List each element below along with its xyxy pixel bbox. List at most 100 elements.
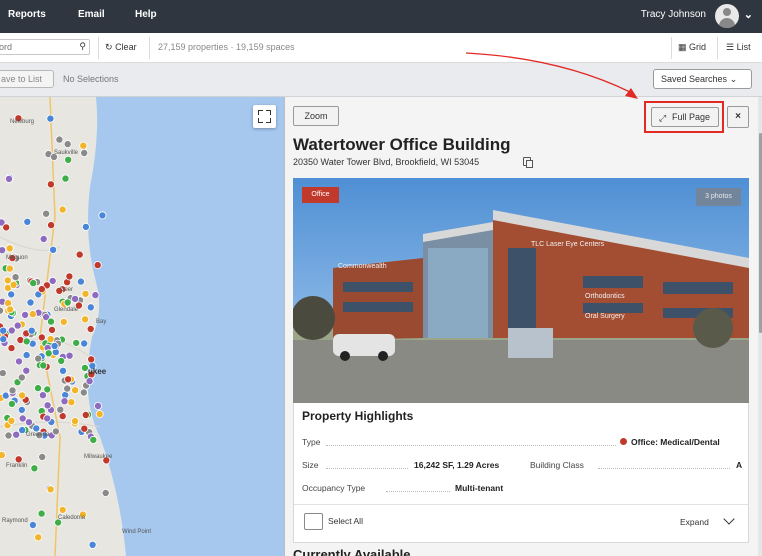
property-pin[interactable]: [43, 385, 52, 394]
property-pin[interactable]: [17, 405, 26, 414]
property-pin[interactable]: [80, 339, 89, 348]
property-pin[interactable]: [28, 310, 37, 319]
property-pin[interactable]: [88, 540, 97, 549]
property-pin[interactable]: [24, 418, 33, 427]
property-pin[interactable]: [58, 505, 67, 514]
zoom-button[interactable]: Zoom: [293, 106, 339, 126]
property-pin[interactable]: [87, 355, 96, 364]
property-pin[interactable]: [22, 337, 31, 346]
property-pin[interactable]: [76, 277, 85, 286]
property-pin[interactable]: [28, 520, 37, 529]
property-pin[interactable]: [63, 384, 72, 393]
property-pin[interactable]: [23, 217, 32, 226]
property-pin[interactable]: [37, 509, 46, 518]
chevron-down-icon[interactable]: [723, 513, 735, 525]
property-pin[interactable]: [71, 294, 80, 303]
search-input[interactable]: [0, 40, 73, 54]
property-pin[interactable]: [37, 285, 46, 294]
property-pin[interactable]: [18, 426, 27, 435]
property-pin[interactable]: [64, 155, 73, 164]
property-pin[interactable]: [59, 366, 68, 375]
property-pin[interactable]: [39, 234, 48, 243]
close-icon[interactable]: ×: [727, 106, 749, 128]
user-name[interactable]: Tracy Johnson: [641, 9, 706, 20]
property-pin[interactable]: [57, 356, 66, 365]
map-canvas[interactable]: [0, 97, 284, 556]
saved-searches-dropdown[interactable]: Saved Searches ⌄: [653, 69, 752, 89]
property-pin[interactable]: [64, 375, 73, 384]
nav-reports[interactable]: Reports: [8, 9, 46, 20]
property-pin[interactable]: [86, 324, 95, 333]
property-pin[interactable]: [93, 261, 102, 270]
property-pin[interactable]: [0, 306, 4, 315]
photos-count-badge[interactable]: 3 photos: [696, 188, 741, 206]
search-icon[interactable]: ⚲: [79, 41, 86, 52]
property-pin[interactable]: [37, 333, 46, 342]
property-pin[interactable]: [39, 361, 48, 370]
property-pin[interactable]: [47, 221, 56, 230]
property-pin[interactable]: [0, 246, 7, 255]
property-pin[interactable]: [8, 386, 17, 395]
property-pin[interactable]: [0, 335, 8, 344]
property-pin[interactable]: [30, 464, 39, 473]
full-page-button[interactable]: ⤢ Full Page: [651, 107, 719, 127]
property-photo[interactable]: TLC Laser Eye Centers Commonwealth Ortho…: [293, 178, 749, 403]
property-pin[interactable]: [48, 325, 57, 334]
property-pin[interactable]: [0, 451, 6, 460]
save-to-list-button[interactable]: ave to List: [0, 70, 54, 88]
property-pin[interactable]: [13, 321, 22, 330]
fullscreen-icon[interactable]: [253, 105, 276, 128]
property-pin[interactable]: [43, 401, 52, 410]
property-pin[interactable]: [7, 399, 16, 408]
property-pin[interactable]: [79, 141, 88, 150]
property-pin[interactable]: [34, 533, 43, 542]
property-pin[interactable]: [60, 397, 69, 406]
property-pin[interactable]: [34, 384, 43, 393]
property-pin[interactable]: [65, 272, 74, 281]
property-pin[interactable]: [101, 488, 110, 497]
property-pin[interactable]: [81, 315, 90, 324]
property-pin[interactable]: [95, 410, 104, 419]
property-pin[interactable]: [59, 317, 68, 326]
keyword-search[interactable]: ⚲: [0, 39, 90, 55]
property-pin[interactable]: [22, 366, 31, 375]
property-pin[interactable]: [47, 317, 56, 326]
property-pin[interactable]: [42, 209, 51, 218]
user-avatar-icon[interactable]: [715, 4, 739, 28]
property-pin[interactable]: [91, 291, 100, 300]
property-pin[interactable]: [46, 180, 55, 189]
property-pin[interactable]: [67, 398, 76, 407]
property-pin[interactable]: [89, 435, 98, 444]
map-view[interactable]: Newburg Saukville Mequon Glendale Bay De…: [0, 97, 284, 556]
property-pin[interactable]: [5, 174, 13, 183]
property-pin[interactable]: [80, 149, 89, 158]
property-pin[interactable]: [7, 326, 16, 335]
property-pin[interactable]: [49, 245, 58, 254]
property-pin[interactable]: [65, 351, 74, 360]
list-view-button[interactable]: ☰ List: [726, 42, 751, 53]
property-pin[interactable]: [12, 430, 21, 439]
property-pin[interactable]: [7, 344, 16, 353]
property-pin[interactable]: [2, 223, 11, 232]
expand-button[interactable]: Expand: [680, 517, 709, 527]
property-pin[interactable]: [21, 310, 30, 319]
property-pin[interactable]: [38, 452, 47, 461]
property-pin[interactable]: [26, 298, 35, 307]
property-pin[interactable]: [81, 289, 90, 298]
property-pin[interactable]: [11, 273, 20, 282]
select-all-label[interactable]: Select All: [328, 516, 363, 526]
property-pin[interactable]: [43, 414, 52, 423]
property-pin[interactable]: [79, 388, 88, 397]
property-pin[interactable]: [46, 335, 55, 344]
property-pin[interactable]: [6, 305, 15, 314]
property-pin[interactable]: [9, 280, 18, 289]
property-pin[interactable]: [94, 401, 103, 410]
copy-icon[interactable]: [523, 157, 533, 168]
property-pin[interactable]: [22, 351, 31, 360]
property-pin[interactable]: [4, 431, 13, 440]
select-all-checkbox[interactable]: [304, 513, 323, 530]
property-pin[interactable]: [72, 338, 81, 347]
property-pin[interactable]: [18, 391, 27, 400]
property-pin[interactable]: [0, 369, 7, 378]
property-pin[interactable]: [75, 250, 84, 259]
